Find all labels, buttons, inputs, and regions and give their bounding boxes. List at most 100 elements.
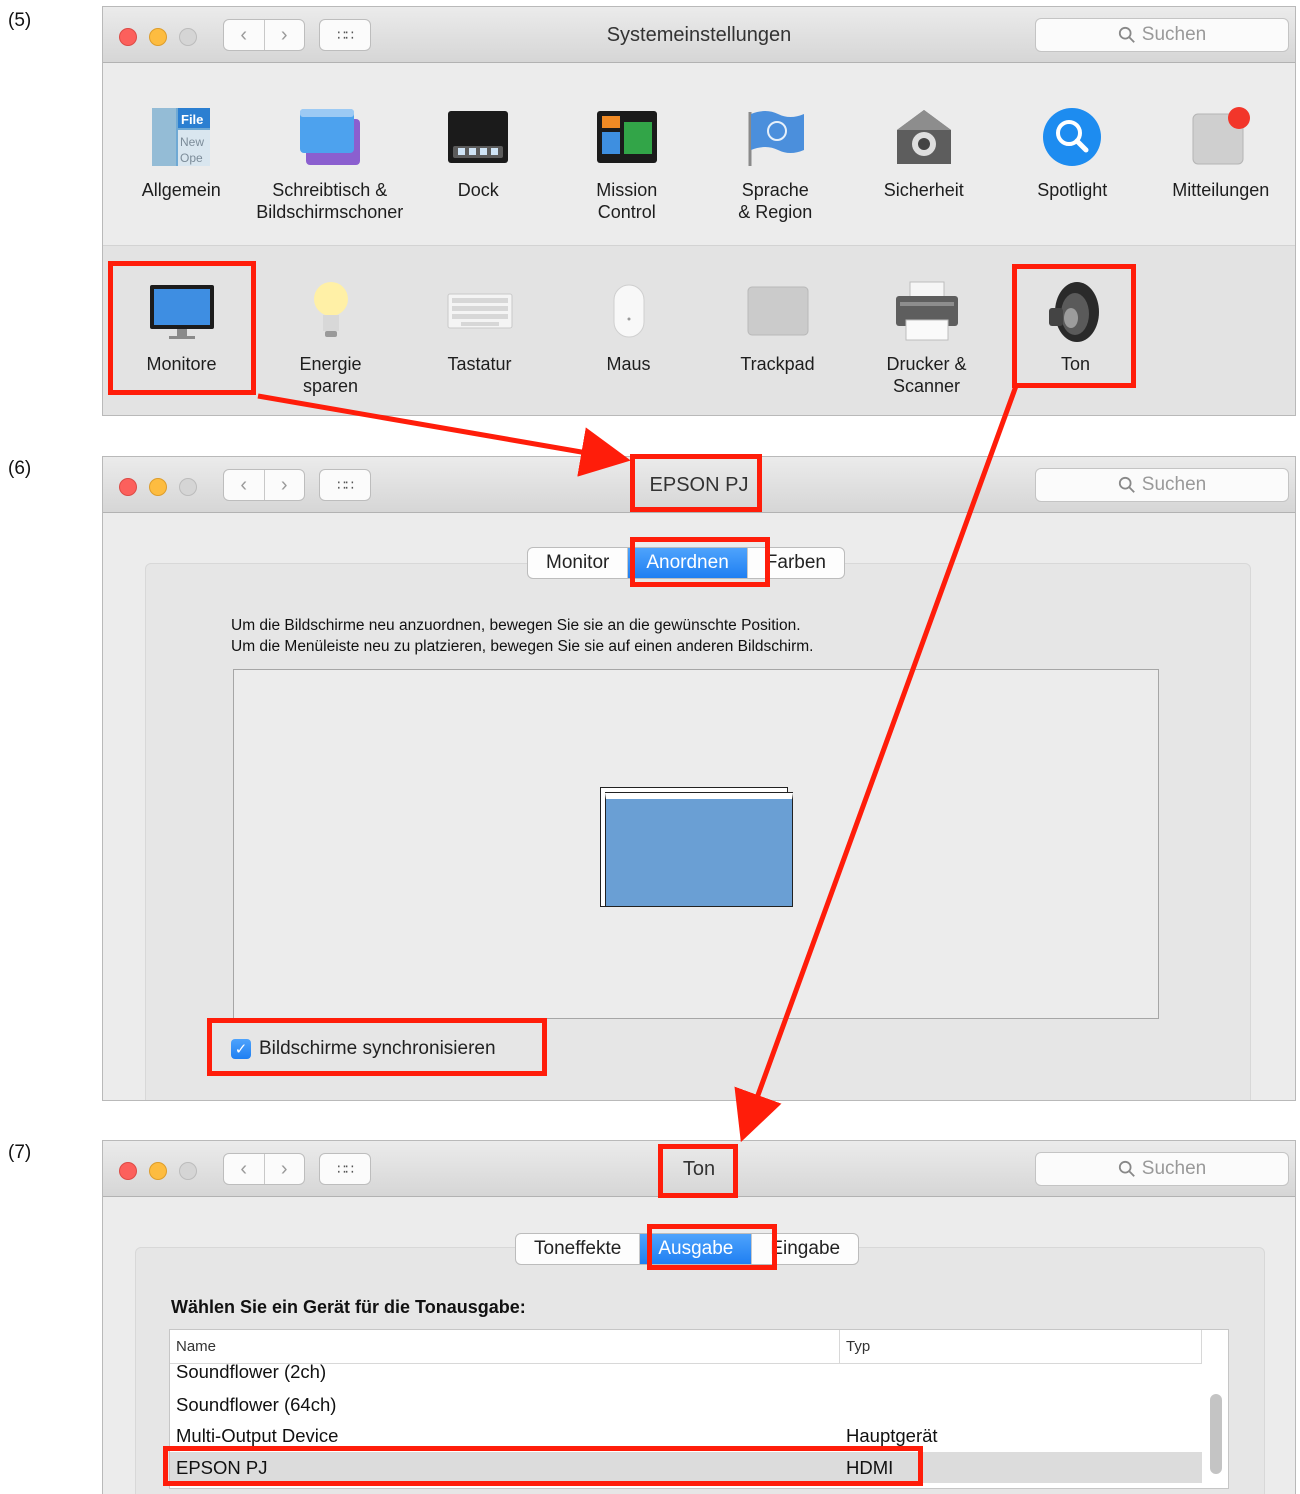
minimize-button[interactable] <box>149 1162 167 1180</box>
device-name: Multi-Output Device <box>176 1424 339 1446</box>
tab-arrange[interactable]: Anordnen <box>627 548 747 578</box>
step-label-7: (7) <box>8 1142 32 1163</box>
pref-label: Monitore <box>146 354 217 374</box>
search-field[interactable]: Suchen <box>1035 1152 1289 1186</box>
output-device-table: Name Typ Soundflower (2ch) Soundflower (… <box>169 1329 1229 1489</box>
display-arrangement-area <box>233 669 1159 1019</box>
trackpad-icon <box>742 275 814 347</box>
nav-buttons: ‹ › <box>223 469 305 501</box>
arrangement-instructions: Um die Bildschirme neu anzuordnen, beweg… <box>231 617 814 655</box>
zoom-button[interactable] <box>179 478 197 496</box>
search-field[interactable]: Suchen <box>1035 468 1289 502</box>
step-label-5: (5) <box>8 10 32 31</box>
sound-tabs: Toneffekte Ausgabe Eingabe <box>515 1233 860 1265</box>
general-icon: File New Ope <box>145 101 217 173</box>
tab-input[interactable]: Eingabe <box>751 1234 858 1264</box>
table-row[interactable]: Soundflower (64ch) <box>170 1389 1202 1420</box>
pref-label: Schreibtisch & Bildschirmschoner <box>256 180 404 222</box>
pref-spotlight[interactable]: Spotlight <box>998 101 1147 223</box>
pref-label: Mitteilungen <box>1172 180 1270 200</box>
pref-label: Spotlight <box>1037 180 1108 200</box>
language-region-icon <box>739 101 811 173</box>
show-all-grid-icon[interactable]: ∷∷ <box>319 19 371 51</box>
pref-keyboard[interactable]: Tastatur <box>405 275 554 397</box>
printer-scanner-icon <box>891 275 963 347</box>
desktop-screensaver-icon <box>294 101 366 173</box>
pref-trackpad[interactable]: Trackpad <box>703 275 852 397</box>
pref-label: Ton <box>1060 354 1091 374</box>
pref-label: Dock <box>457 180 499 200</box>
mouse-icon <box>593 275 665 347</box>
tab-colors[interactable]: Farben <box>746 548 844 578</box>
table-row[interactable]: Multi-Output Device Hauptgerät <box>170 1420 1202 1451</box>
close-button[interactable] <box>119 28 137 46</box>
system-preferences-window: Systemeinstellungen ‹ › ∷∷ Suchen File Ne… <box>102 6 1296 416</box>
zoom-button[interactable] <box>179 28 197 46</box>
pref-sound[interactable]: Ton <box>1001 275 1150 397</box>
forward-chevron-icon[interactable]: › <box>263 20 305 50</box>
pref-label: Mission Control <box>596 180 658 222</box>
search-icon <box>1118 26 1135 43</box>
nav-buttons: ‹ › <box>223 19 305 51</box>
nav-buttons: ‹ › <box>223 1153 305 1185</box>
minimize-button[interactable] <box>149 478 167 496</box>
pref-mission-control[interactable]: Mission Control <box>553 101 702 223</box>
mission-control-icon <box>591 101 663 173</box>
prefs-row-2: Monitore Energie sparen Tastatur Maus Tr… <box>103 275 1295 397</box>
titlebar: Systemeinstellungen ‹ › ∷∷ Suchen <box>103 7 1295 63</box>
prefs-row-1: File New Ope Allgemein Schreibtisch & Bild… <box>103 101 1295 223</box>
search-placeholder: Suchen <box>1141 474 1207 495</box>
pref-notifications[interactable]: Mitteilungen <box>1147 101 1296 223</box>
pref-dock[interactable]: Dock <box>404 101 553 223</box>
svg-text:New: New <box>180 135 204 149</box>
minimize-button[interactable] <box>149 28 167 46</box>
table-row-selected[interactable]: EPSON PJ HDMI <box>170 1452 1202 1483</box>
sound-icon <box>1040 275 1112 347</box>
pref-displays[interactable]: Monitore <box>107 275 256 397</box>
tab-output[interactable]: Ausgabe <box>639 1234 752 1264</box>
mirror-displays-checkbox[interactable]: ✓ <box>231 1039 251 1059</box>
display-tabs: Monitor Anordnen Farben <box>527 547 845 579</box>
forward-chevron-icon[interactable]: › <box>263 470 305 500</box>
pref-energy-saver[interactable]: Energie sparen <box>256 275 405 397</box>
search-icon <box>1118 1160 1135 1177</box>
back-chevron-icon[interactable]: ‹ <box>224 470 264 500</box>
notifications-icon <box>1185 101 1257 173</box>
close-button[interactable] <box>119 1162 137 1180</box>
zoom-button[interactable] <box>179 1162 197 1180</box>
titlebar: Ton ‹ › ∷∷ Suchen <box>103 1141 1295 1197</box>
search-placeholder: Suchen <box>1141 1158 1207 1179</box>
pref-label: Maus <box>606 354 651 374</box>
svg-text:File: File <box>181 112 203 127</box>
tab-sound-effects[interactable]: Toneffekte <box>516 1234 639 1264</box>
table-scrollbar[interactable] <box>1210 1394 1222 1474</box>
pref-desktop-screensaver[interactable]: Schreibtisch & Bildschirmschoner <box>256 101 405 223</box>
forward-chevron-icon[interactable]: › <box>263 1154 305 1184</box>
pref-mouse[interactable]: Maus <box>554 275 703 397</box>
mirror-displays-row[interactable]: ✓ Bildschirme synchronisieren <box>231 1038 496 1060</box>
pref-label: Sicherheit <box>883 180 964 200</box>
search-field[interactable]: Suchen <box>1035 18 1289 52</box>
device-type: HDMI <box>846 1456 894 1478</box>
pref-label: Energie sparen <box>299 354 362 396</box>
back-chevron-icon[interactable]: ‹ <box>224 1154 264 1184</box>
pref-label: Trackpad <box>740 354 815 374</box>
show-all-grid-icon[interactable]: ∷∷ <box>319 1153 371 1185</box>
pref-printer-scanner[interactable]: Drucker & Scanner <box>852 275 1001 397</box>
close-button[interactable] <box>119 478 137 496</box>
tab-monitor[interactable]: Monitor <box>528 548 627 578</box>
search-placeholder: Suchen <box>1141 24 1207 45</box>
epson-displays-window: EPSON PJ ‹ › ∷∷ Suchen Monitor Anordnen … <box>102 456 1296 1101</box>
device-type: Hauptgerät <box>846 1424 938 1446</box>
pref-label: Tastatur <box>447 354 512 374</box>
dock-icon <box>442 101 514 173</box>
show-all-grid-icon[interactable]: ∷∷ <box>319 469 371 501</box>
table-row[interactable]: Soundflower (2ch) <box>170 1356 1202 1387</box>
pref-label: Sprache & Region <box>738 180 813 222</box>
pref-language-region[interactable]: Sprache & Region <box>701 101 850 223</box>
pref-general[interactable]: File New Ope Allgemein <box>107 101 256 223</box>
pref-security[interactable]: Sicherheit <box>850 101 999 223</box>
back-chevron-icon[interactable]: ‹ <box>224 20 264 50</box>
output-device-heading: Wählen Sie ein Gerät für die Tonausgabe: <box>171 1297 526 1317</box>
display-screen-front[interactable] <box>605 793 793 907</box>
